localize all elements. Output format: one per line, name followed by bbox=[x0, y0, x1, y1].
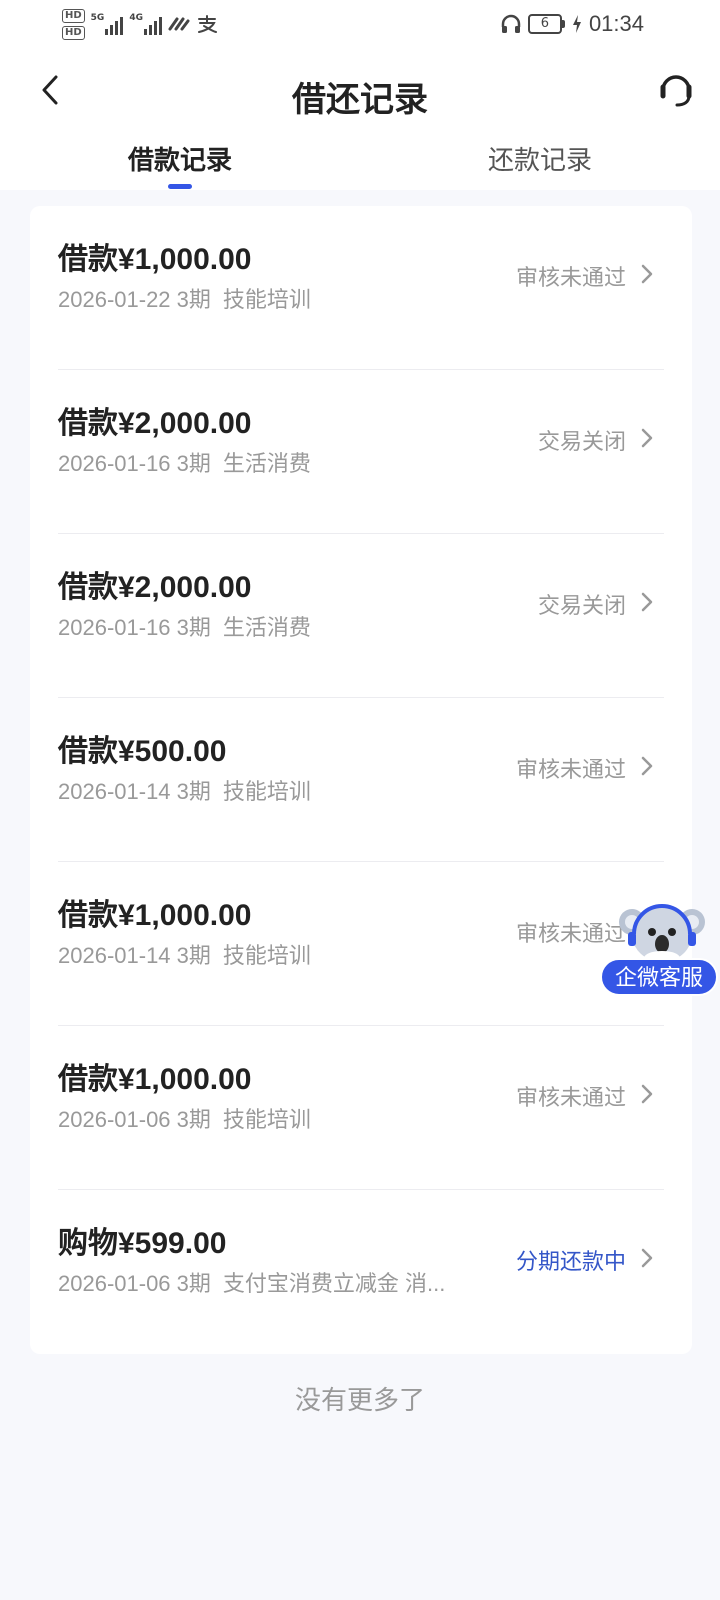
clock: 01:34 bbox=[588, 11, 644, 36]
record-periods: 3期 bbox=[176, 1271, 211, 1296]
record-periods: 3期 bbox=[176, 1107, 211, 1132]
signal-bars-icon bbox=[143, 17, 162, 35]
hd-badge-1: HD bbox=[62, 8, 85, 23]
record-amount: 借款¥1,000.00 bbox=[58, 1063, 252, 1096]
record-meta: 2026-01-06 3期 支付宝消费立减金 消... bbox=[58, 1266, 445, 1298]
record-status: 交易关闭 bbox=[537, 430, 626, 455]
hd-badge-2: HD bbox=[62, 25, 85, 40]
floating-service-label: 企微客服 bbox=[600, 958, 718, 996]
record-date: 2026-01-22 bbox=[58, 287, 171, 312]
record-date: 2026-01-14 bbox=[58, 943, 171, 968]
list-item[interactable]: 借款¥2,000.00 2026-01-16 3期 生活消费 交易关闭 bbox=[58, 534, 664, 698]
list-item[interactable]: 借款¥500.00 2026-01-14 3期 技能培训 审核未通过 bbox=[58, 698, 664, 862]
record-date: 2026-01-14 bbox=[58, 779, 171, 804]
chevron-right-icon bbox=[636, 260, 658, 288]
record-purpose: 生活消费 bbox=[222, 615, 311, 640]
hd-stack: HD HD bbox=[62, 8, 85, 40]
headphones-icon bbox=[500, 13, 522, 35]
chevron-right-icon bbox=[636, 752, 658, 780]
record-periods: 3期 bbox=[176, 451, 211, 476]
record-meta: 2026-01-14 3期 技能培训 bbox=[58, 774, 311, 806]
record-meta: 2026-01-06 3期 技能培训 bbox=[58, 1102, 311, 1134]
list-item[interactable]: 借款¥1,000.00 2026-01-06 3期 技能培训 审核未通过 bbox=[58, 1026, 664, 1190]
record-purpose: 技能培训 bbox=[222, 287, 311, 312]
record-purpose: 支付宝消费立减金 消... bbox=[222, 1271, 446, 1296]
signal-5g-label: 5G bbox=[90, 13, 105, 23]
customer-service-button[interactable] bbox=[654, 68, 698, 112]
record-meta: 2026-01-14 3期 技能培训 bbox=[58, 938, 311, 970]
record-status: 审核未通过 bbox=[515, 266, 626, 291]
chevron-right-icon bbox=[636, 1244, 658, 1272]
record-purpose: 生活消费 bbox=[222, 451, 311, 476]
chevron-right-icon bbox=[636, 1080, 658, 1108]
record-purpose: 技能培训 bbox=[222, 1107, 311, 1132]
status-bar: HD HD 5G 4G 6 01:34 bbox=[0, 0, 720, 48]
signal-4g-label: 4G bbox=[129, 13, 143, 23]
charging-icon bbox=[571, 13, 583, 35]
alipay-icon bbox=[196, 13, 218, 35]
record-periods: 3期 bbox=[176, 615, 211, 640]
record-date: 2026-01-06 bbox=[58, 1271, 171, 1296]
page-title: 借还记录 bbox=[292, 80, 428, 120]
signal-bars-icon bbox=[105, 17, 124, 35]
record-amount: 借款¥500.00 bbox=[58, 735, 227, 768]
active-tab-indicator bbox=[168, 184, 192, 189]
record-meta: 2026-01-16 3期 生活消费 bbox=[58, 610, 311, 642]
record-amount: 借款¥2,000.00 bbox=[58, 407, 252, 440]
tab-loan-records[interactable]: 借款记录 bbox=[80, 140, 280, 177]
list-item[interactable]: 借款¥1,000.00 2026-01-14 3期 技能培训 审核未通过 bbox=[58, 862, 664, 1026]
record-status: 分期还款中 bbox=[515, 1250, 626, 1275]
list-item[interactable]: 购物¥599.00 2026-01-06 3期 支付宝消费立减金 消... 分期还… bbox=[58, 1190, 664, 1354]
record-date: 2026-01-16 bbox=[58, 451, 171, 476]
battery-level: 6 bbox=[527, 14, 562, 34]
record-meta: 2026-01-16 3期 生活消费 bbox=[58, 446, 311, 478]
record-meta: 2026-01-22 3期 技能培训 bbox=[58, 282, 311, 314]
record-status: 交易关闭 bbox=[537, 594, 626, 619]
record-purpose: 技能培训 bbox=[222, 943, 311, 968]
list-item[interactable]: 借款¥1,000.00 2026-01-22 3期 技能培训 审核未通过 bbox=[58, 206, 664, 370]
floating-customer-service-button[interactable]: 企微客服 bbox=[598, 896, 720, 1002]
record-date: 2026-01-06 bbox=[58, 1107, 171, 1132]
record-purpose: 技能培训 bbox=[222, 779, 311, 804]
record-periods: 3期 bbox=[176, 943, 211, 968]
record-periods: 3期 bbox=[176, 287, 211, 312]
headset-icon bbox=[660, 75, 692, 107]
record-amount: 购物¥599.00 bbox=[58, 1227, 227, 1260]
record-status: 审核未通过 bbox=[515, 758, 626, 783]
records-list: 借款¥1,000.00 2026-01-22 3期 技能培训 审核未通过 借款¥2… bbox=[30, 206, 692, 1354]
status-left: HD HD 5G 4G bbox=[62, 6, 218, 42]
list-item[interactable]: 借款¥2,000.00 2026-01-16 3期 生活消费 交易关闭 bbox=[58, 370, 664, 534]
record-status: 审核未通过 bbox=[515, 1086, 626, 1111]
chevron-right-icon bbox=[636, 588, 658, 616]
tab-bar: 借款记录 还款记录 bbox=[0, 132, 720, 190]
record-date: 2026-01-16 bbox=[58, 615, 171, 640]
tab-repayment-records[interactable]: 还款记录 bbox=[440, 140, 640, 177]
chevron-right-icon bbox=[636, 424, 658, 452]
record-periods: 3期 bbox=[176, 779, 211, 804]
battery-icon: 6 bbox=[527, 14, 565, 34]
record-amount: 借款¥1,000.00 bbox=[58, 899, 252, 932]
no-more-text: 没有更多了 bbox=[294, 1386, 425, 1416]
signal-4g: 4G bbox=[129, 13, 162, 35]
top-area: HD HD 5G 4G 6 01:34 借还记录 借款记录 还款记录 bbox=[0, 0, 720, 190]
record-amount: 借款¥1,000.00 bbox=[58, 243, 252, 276]
header: 借还记录 bbox=[0, 56, 720, 128]
link-icon bbox=[168, 13, 190, 35]
status-right: 6 01:34 bbox=[500, 10, 644, 38]
record-amount: 借款¥2,000.00 bbox=[58, 571, 252, 604]
signal-5g: 5G bbox=[91, 13, 124, 35]
